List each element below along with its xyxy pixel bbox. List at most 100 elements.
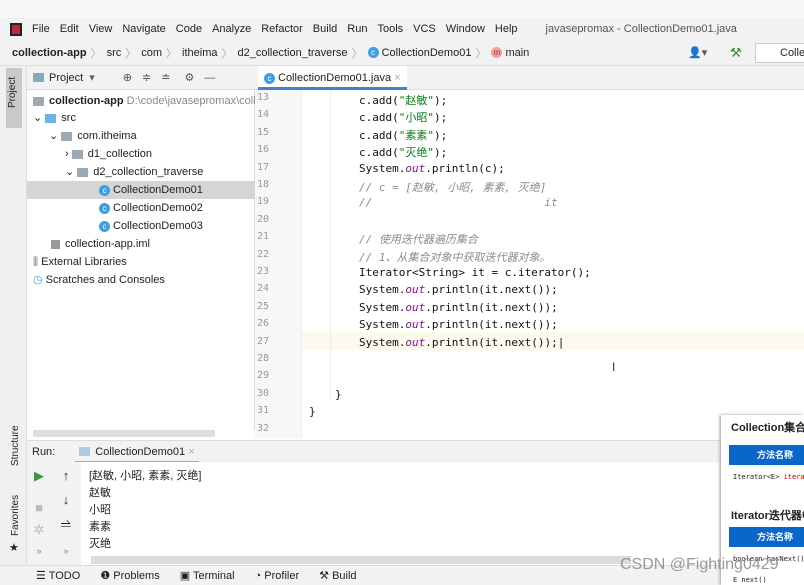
locate-icon[interactable]: ⊕ [123, 71, 132, 84]
tree-label: d1_collection [87, 148, 152, 160]
favorites-tool-tab[interactable]: Favorites [10, 495, 21, 536]
gear-icon[interactable]: ⚙ [184, 71, 194, 84]
more-icon[interactable]: » [27, 546, 51, 556]
code-token: // it [359, 196, 558, 210]
close-icon[interactable]: × [188, 446, 194, 458]
breadcrumb-itheima[interactable]: itheima [182, 47, 217, 59]
package-icon [77, 167, 89, 177]
code-token: out [405, 300, 426, 314]
console-output[interactable]: [赵敏, 小昭, 素素, 灭绝] 赵敏 小昭 素素 灭绝 [81, 462, 721, 565]
tab-collectiondemo01[interactable]: c CollectionDemo01.java × [258, 66, 407, 90]
overlay-row-type: Iterator<E> [733, 473, 784, 481]
debug-icon[interactable]: ✲ [27, 522, 51, 538]
console-line: [赵敏, 小昭, 素素, 灭绝] [89, 470, 202, 482]
menu-code[interactable]: Code [176, 23, 202, 35]
tree-label: External Libraries [41, 256, 127, 268]
soft-wrap-icon[interactable]: ⥬ [51, 516, 81, 532]
caret: | [557, 335, 565, 349]
build-label: Build [332, 570, 357, 582]
hide-icon[interactable]: — [204, 72, 215, 84]
info-icon: ❶ [100, 570, 111, 582]
tree-item-src[interactable]: ⌄ src [27, 109, 255, 127]
breadcrumb-src[interactable]: src [107, 47, 122, 59]
menu-view[interactable]: View [89, 23, 113, 35]
code-token: c.add( [359, 94, 399, 107]
profiler-button[interactable]: ◔ Profiler [255, 570, 300, 582]
line-number: 18 [257, 179, 270, 190]
more-icon[interactable]: » [51, 546, 81, 556]
libraries-icon: ⫼ [33, 256, 39, 268]
code-token: // 1、从集合对象中获取迭代器对象。 [359, 250, 551, 264]
code-line: System.out.println(it.next()); [359, 283, 558, 296]
menu-vcs[interactable]: VCS [413, 23, 436, 35]
tree-item-project[interactable]: collection-app D:\code\javasepromax\coll… [27, 92, 262, 110]
intellij-logo-icon [10, 22, 22, 36]
tree-item-scratches[interactable]: ◷ Scratches and Consoles [27, 271, 255, 289]
code-line: System.out.println(c); [359, 162, 505, 175]
code-line: // c = [赵敏, 小昭, 素素, 灭绝] [359, 179, 546, 195]
tree-item-package[interactable]: ⌄ com.itheima [27, 127, 255, 145]
menu-file[interactable]: File [32, 23, 50, 35]
menu-analyze[interactable]: Analyze [212, 23, 251, 35]
build-button[interactable]: ⚒ Build [319, 569, 356, 582]
line-number: 13 [257, 92, 270, 103]
tree-item-class[interactable]: c CollectionDemo01 [27, 181, 255, 199]
menu-tools[interactable]: Tools [377, 23, 403, 35]
breadcrumb-com[interactable]: com [141, 47, 162, 59]
build-hammer-icon[interactable]: ⚒ [730, 45, 742, 61]
console-icon [79, 447, 91, 457]
line-number: 17 [257, 161, 270, 173]
problems-button[interactable]: ❶ Problems [100, 569, 159, 582]
tree-item-libraries[interactable]: ⫼ External Libraries [27, 253, 255, 271]
problems-label: Problems [113, 570, 160, 582]
project-tool-tab[interactable]: Project [6, 68, 22, 128]
console-line: 小昭 [89, 504, 111, 516]
collapse-all-icon[interactable]: ≐ [161, 71, 170, 84]
arrow-down-icon[interactable]: ↓ [51, 492, 81, 507]
code-token: .println(c); [425, 161, 505, 175]
line-number: 20 [257, 213, 270, 225]
structure-tool-tab[interactable]: Structure [10, 425, 21, 466]
menu-navigate[interactable]: Navigate [122, 23, 165, 35]
breadcrumb-class[interactable]: CollectionDemo01 [382, 47, 472, 59]
menu-window[interactable]: Window [446, 23, 485, 35]
project-view-select[interactable]: Project [49, 72, 83, 84]
menu-refactor[interactable]: Refactor [261, 23, 303, 35]
breadcrumb-package[interactable]: d2_collection_traverse [237, 47, 347, 59]
class-icon: c [367, 47, 379, 58]
todo-button[interactable]: ☰ TODO [36, 569, 80, 582]
rerun-icon[interactable]: ▶ [27, 468, 51, 484]
chevron-down-icon[interactable]: ▾ [89, 71, 95, 84]
menu-bar: File Edit View Navigate Code Analyze Ref… [0, 18, 804, 40]
tree-item-package[interactable]: › d1_collection [27, 145, 255, 163]
user-icon[interactable]: 👤▾ [688, 46, 707, 59]
code-line: System.out.println(it.next()); [359, 318, 558, 331]
code-line: System.out.println(it.next()); [359, 301, 558, 314]
run-tab[interactable]: CollectionDemo01 × [75, 441, 199, 463]
tree-item-class[interactable]: c CollectionDemo02 [27, 199, 255, 217]
code-line: c.add("小昭"); [359, 109, 447, 125]
code-line: c.add("赵敏"); [359, 92, 447, 108]
menu-run[interactable]: Run [347, 23, 367, 35]
horizontal-scrollbar[interactable] [33, 430, 215, 437]
menu-help[interactable]: Help [495, 23, 518, 35]
code-token: ); [434, 146, 448, 160]
tree-item-package[interactable]: ⌄ d2_collection_traverse [27, 163, 255, 181]
arrow-up-icon[interactable]: ↑ [51, 468, 81, 483]
breadcrumb-project[interactable]: collection-app [12, 47, 87, 59]
breadcrumb-method[interactable]: main [505, 47, 529, 59]
tree-item-iml[interactable]: collection-app.iml [27, 235, 255, 253]
horizontal-scrollbar[interactable] [91, 556, 631, 564]
tree-item-class[interactable]: c CollectionDemo03 [27, 217, 255, 235]
menu-build[interactable]: Build [313, 23, 337, 35]
terminal-button[interactable]: ▣ Terminal [180, 569, 235, 582]
code-line: c.add("素素"); [359, 127, 447, 143]
code-token: .println(it.next()); [425, 318, 558, 332]
menu-edit[interactable]: Edit [60, 23, 79, 35]
close-icon[interactable]: × [394, 72, 400, 84]
stop-icon[interactable]: ■ [27, 500, 51, 515]
run-config-select[interactable]: Colle [755, 43, 804, 63]
scratches-icon: ◷ [33, 274, 43, 286]
code-token: out [405, 161, 426, 175]
expand-all-icon[interactable]: ≑ [142, 71, 151, 84]
